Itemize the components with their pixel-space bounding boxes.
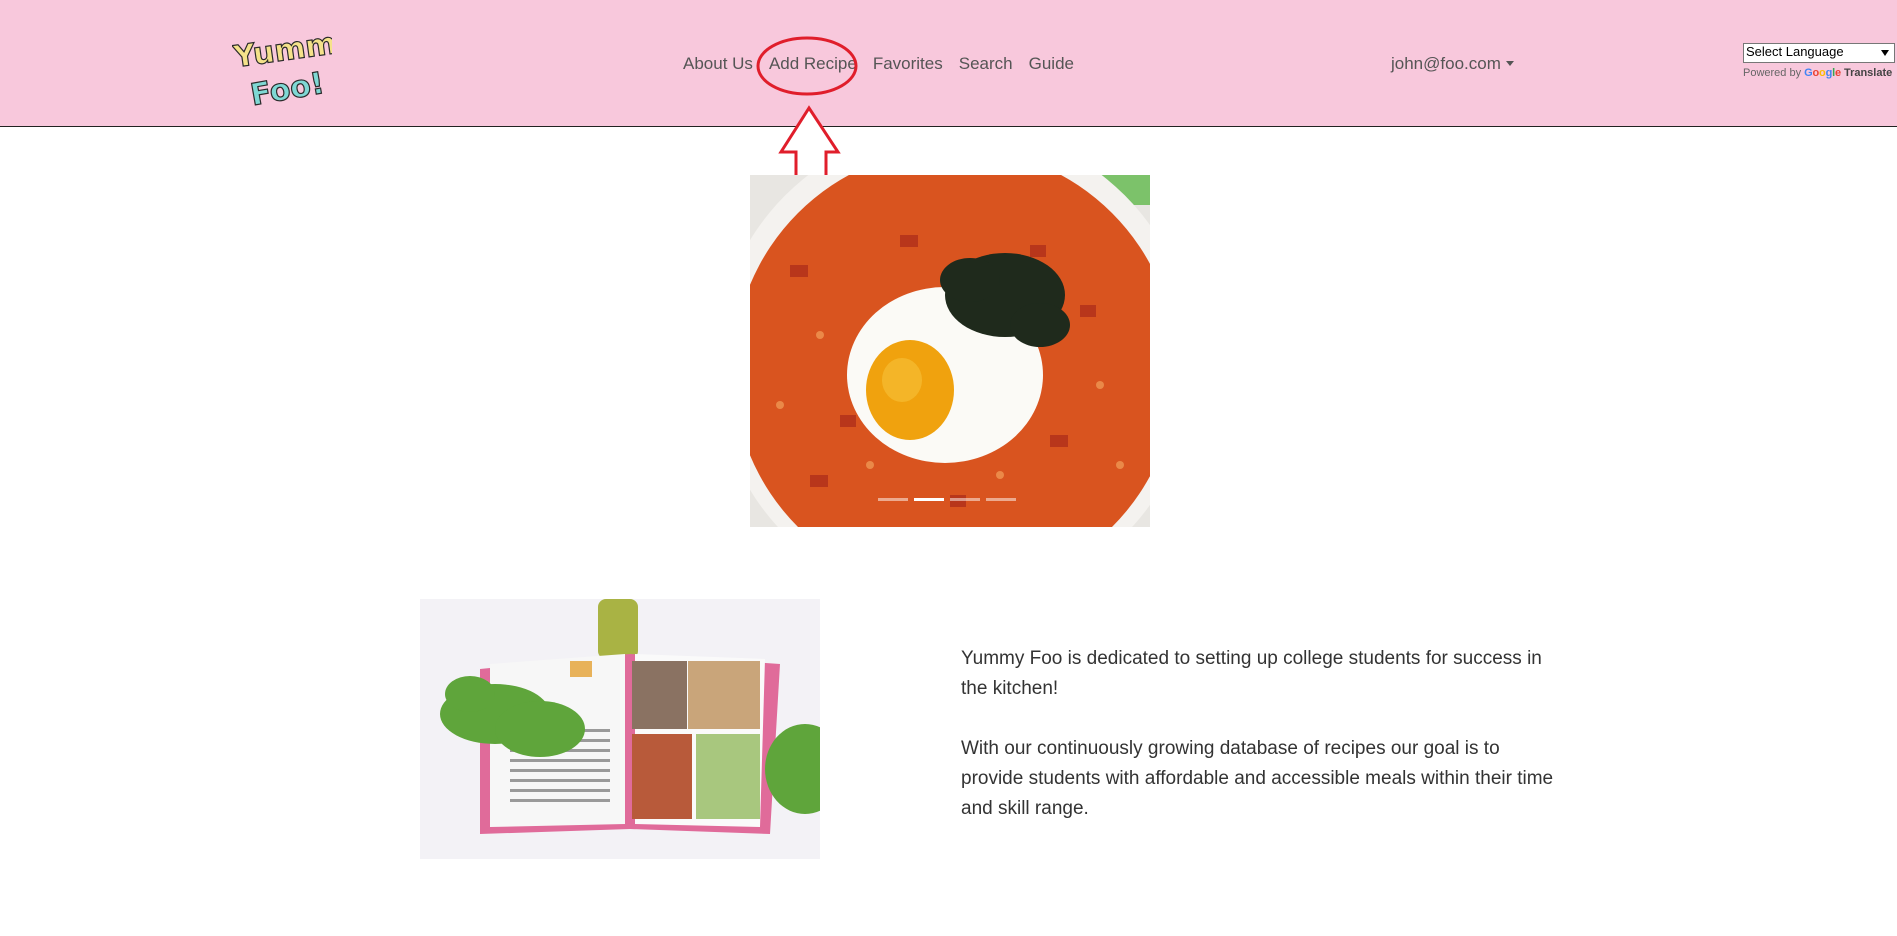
nav-search[interactable]: Search xyxy=(959,50,1013,78)
yummy-foo-logo[interactable]: Yummy Foo! xyxy=(232,26,332,110)
logo-text-bottom: Foo! xyxy=(248,66,327,110)
caret-down-icon xyxy=(1505,61,1514,66)
about-paragraph-2: With our continuously growing database o… xyxy=(961,738,1554,819)
carousel-indicator-1[interactable] xyxy=(878,498,908,501)
carousel-indicator-2[interactable] xyxy=(914,498,944,501)
nav-guide[interactable]: Guide xyxy=(1029,50,1074,78)
language-select-value: Select Language xyxy=(1746,44,1844,59)
nav-favorites[interactable]: Favorites xyxy=(873,50,943,78)
main-nav: About Us Add Recipe Favorites Search Gui… xyxy=(683,50,1074,78)
google-translate-widget: Select Language Powered by Google Transl… xyxy=(1743,43,1895,79)
nav-add-recipe[interactable]: Add Recipe xyxy=(769,50,857,78)
powered-by-label: Powered by xyxy=(1743,67,1802,79)
user-menu-dropdown[interactable]: john@foo.com xyxy=(1391,50,1514,78)
about-paragraph-1: Yummy Foo is dedicated to setting up col… xyxy=(961,648,1542,699)
cookbook-image xyxy=(420,599,820,859)
nav-about-us[interactable]: About Us xyxy=(683,50,753,78)
hero-carousel[interactable] xyxy=(750,175,1150,527)
about-section: Yummy Foo is dedicated to setting up col… xyxy=(961,644,1561,854)
user-email: john@foo.com xyxy=(1391,54,1501,73)
select-arrow-icon xyxy=(1881,50,1889,56)
carousel-indicator-4[interactable] xyxy=(986,498,1016,501)
carousel-indicator-3[interactable] xyxy=(950,498,980,501)
carousel-image-fried-rice xyxy=(750,175,1150,527)
language-select[interactable]: Select Language xyxy=(1743,43,1895,63)
google-logo: Google xyxy=(1804,67,1841,79)
navbar: Yummy Foo! About Us Add Recipe Favorites… xyxy=(0,0,1897,127)
carousel-indicators xyxy=(878,498,1016,501)
powered-by-text: Powered by Google Translate xyxy=(1743,67,1895,79)
translate-link[interactable]: Translate xyxy=(1844,67,1892,79)
